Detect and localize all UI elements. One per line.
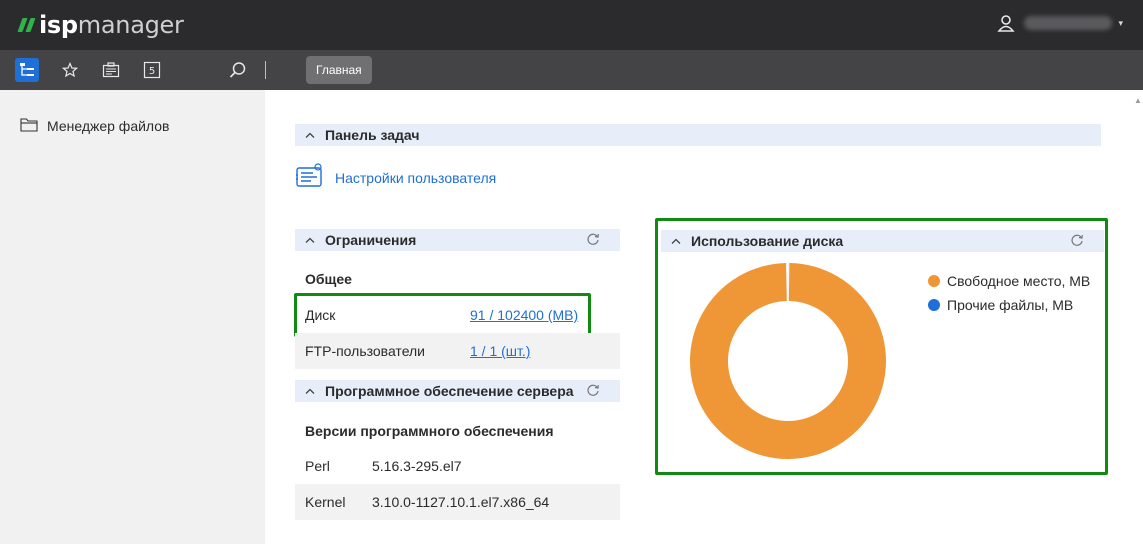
- favorites-star-icon[interactable]: [58, 58, 82, 82]
- kernel-label: Kernel: [305, 494, 346, 510]
- search-icon[interactable]: [226, 58, 250, 82]
- chevron-down-icon: ▾: [1118, 17, 1123, 28]
- task-panel-header[interactable]: Панель задач: [295, 124, 1101, 146]
- perl-label: Perl: [305, 458, 330, 474]
- legend-item-free[interactable]: Свободное место, MB: [928, 269, 1090, 293]
- software-row-perl: Perl 5.16.3-295.el7: [295, 448, 620, 484]
- legend-dot-other: [928, 299, 940, 311]
- user-icon: [996, 13, 1016, 33]
- main-toolbar: 5: [0, 50, 1143, 90]
- svg-text:5: 5: [149, 66, 155, 77]
- settings-panel-icon: [295, 163, 323, 192]
- refresh-icon[interactable]: [586, 232, 600, 249]
- chart-legend: Свободное место, MB Прочие файлы, MB: [928, 269, 1090, 317]
- isp-manager-logo[interactable]: ispmanager: [17, 9, 184, 41]
- ftp-label: FTP-пользователи: [305, 343, 425, 359]
- tree-menu-icon[interactable]: [15, 58, 39, 82]
- chevron-up-icon: [295, 388, 325, 394]
- disk-usage-widget: Использование диска Свободное место, MB …: [655, 218, 1108, 475]
- chevron-up-icon: [661, 238, 691, 244]
- main-scrollbar[interactable]: ▲: [1131, 90, 1143, 544]
- chevron-up-icon: [295, 132, 325, 138]
- legend-label-other: Прочие файлы, MB: [947, 297, 1074, 313]
- software-versions-title: Версии программного обеспечения: [305, 423, 554, 439]
- kernel-version: 3.10.0-1127.10.1.el7.x86_64: [372, 494, 550, 510]
- user-settings-label: Настройки пользователя: [335, 169, 497, 186]
- chevron-up-icon: [295, 237, 325, 243]
- tab-home[interactable]: Главная: [306, 56, 372, 84]
- sidebar: Менеджер файлов: [0, 90, 265, 544]
- disk-row-highlight: [294, 293, 591, 337]
- software-header[interactable]: Программное обеспечение сервера: [295, 380, 620, 402]
- refresh-icon[interactable]: [586, 383, 600, 400]
- scroll-up-arrow-icon[interactable]: ▲: [1134, 96, 1142, 105]
- donut-slice-free-space[interactable]: [690, 263, 886, 459]
- toolbar-divider: [265, 61, 266, 79]
- refresh-icon[interactable]: [1070, 233, 1084, 250]
- limits-row-ftp: FTP-пользователи 1 / 1 (шт.): [295, 333, 620, 369]
- legend-dot-free: [928, 275, 940, 287]
- task-panel-title: Панель задач: [325, 127, 420, 143]
- legend-label-free: Свободное место, MB: [947, 273, 1091, 289]
- software-title: Программное обеспечение сервера: [325, 383, 574, 399]
- legend-item-other[interactable]: Прочие файлы, MB: [928, 293, 1090, 317]
- logo-mark-icon: [17, 18, 36, 32]
- sidebar-item-label: Менеджер файлов: [47, 118, 170, 134]
- user-menu[interactable]: ▾: [996, 13, 1123, 33]
- limits-header[interactable]: Ограничения: [295, 229, 620, 251]
- disk-usage-header[interactable]: Использование диска: [661, 230, 1104, 252]
- perl-version: 5.16.3-295.el7: [372, 458, 462, 474]
- logo-text-isp: isp: [39, 11, 78, 39]
- limits-title: Ограничения: [325, 232, 417, 248]
- user-settings-link[interactable]: Настройки пользователя: [295, 163, 496, 192]
- disk-usage-donut-chart: [690, 263, 886, 459]
- disk-usage-title: Использование диска: [691, 233, 844, 249]
- top-bar: ispmanager ▾: [0, 0, 1143, 50]
- software-row-kernel: Kernel 3.10.0-1127.10.1.el7.x86_64: [295, 484, 620, 520]
- folder-icon: [20, 117, 38, 135]
- calendar-icon[interactable]: 5: [140, 58, 164, 82]
- ftp-value-link[interactable]: 1 / 1 (шт.): [470, 343, 530, 359]
- sidebar-item-file-manager[interactable]: Менеджер файлов: [20, 117, 170, 135]
- limits-general-title: Общее: [305, 271, 352, 287]
- dashboard-icon[interactable]: [99, 58, 123, 82]
- logo-text-manager: manager: [77, 11, 184, 39]
- user-name-blurred: [1024, 16, 1113, 30]
